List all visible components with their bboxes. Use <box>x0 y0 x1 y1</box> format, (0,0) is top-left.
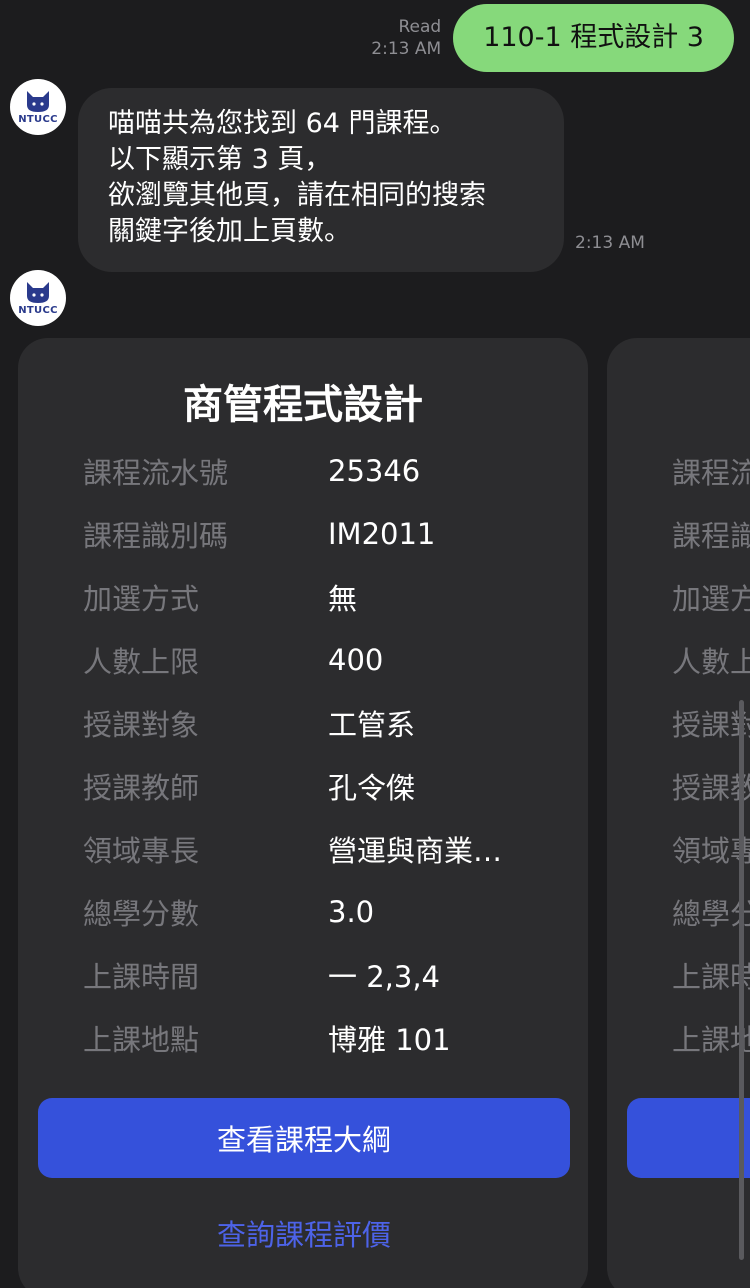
row-label: 加選方 <box>672 582 750 616</box>
row-label: 授課對象 <box>83 708 200 742</box>
info-row-partial: 課程流 <box>672 451 750 491</box>
course-reviews-link[interactable]: 查詢課程評價 <box>38 1208 570 1258</box>
chat-screen: Read 2:13 AM 110-1 程式設計 3 NTUCC 喵喵共為您找到 … <box>0 0 750 1288</box>
outgoing-message-bubble[interactable]: 110-1 程式設計 3 <box>453 4 734 72</box>
avatar-label: NTUCC <box>18 305 58 316</box>
row-label: 人數上限 <box>83 645 200 679</box>
row-value: 一 2,3,4 <box>328 960 441 994</box>
read-status: Read <box>398 17 442 37</box>
info-row-location: 上課地點 博雅 101 <box>83 1018 451 1058</box>
info-row-partial: 課程識 <box>672 514 750 554</box>
outgoing-meta: Read 2:13 AM <box>371 16 441 60</box>
row-label: 加選方式 <box>83 582 200 616</box>
row-label: 授課教師 <box>83 771 200 805</box>
course-title: 商管程式設計 <box>183 382 423 428</box>
row-value: 3.0 <box>328 895 375 929</box>
info-row-instructor: 授課教師 孔令傑 <box>83 766 415 806</box>
outgoing-message-row: Read 2:13 AM 110-1 程式設計 3 <box>371 4 734 72</box>
course-card-next[interactable]: 課程流 課程識 加選方 人數上 授課對 授課教 領域專 總學分 上課時 上課地 <box>607 338 750 1288</box>
bot-avatar[interactable]: NTUCC <box>10 270 66 326</box>
row-label: 人數上 <box>672 645 750 679</box>
row-value: 工管系 <box>328 708 416 742</box>
info-row-capacity: 人數上限 400 <box>83 640 383 680</box>
info-row-credits: 總學分數 3.0 <box>83 892 374 932</box>
message-line: 欲瀏覽其他頁，請在相同的搜索 <box>108 180 486 211</box>
message-line: 喵喵共為您找到 64 門課程。 <box>108 108 457 139</box>
outgoing-timestamp: 2:13 AM <box>371 39 442 59</box>
row-label: 領域專長 <box>83 834 200 868</box>
info-row-serial: 課程流水號 25346 <box>83 451 420 491</box>
row-value: 無 <box>328 582 358 616</box>
incoming-timestamp: 2:13 AM <box>575 233 645 253</box>
row-value: 博雅 101 <box>328 1023 451 1057</box>
row-label: 課程識別碼 <box>83 519 229 553</box>
info-row-time: 上課時間 一 2,3,4 <box>83 955 440 995</box>
info-row-partial: 人數上 <box>672 640 750 680</box>
row-label: 課程識 <box>672 519 750 553</box>
view-syllabus-button[interactable]: 查看課程大綱 <box>38 1098 570 1178</box>
row-label: 總學分數 <box>83 897 200 931</box>
avatar-label: NTUCC <box>18 114 58 125</box>
bot-avatar[interactable]: NTUCC <box>10 79 66 135</box>
info-row-target: 授課對象 工管系 <box>83 703 415 743</box>
row-label: 上課地點 <box>83 1023 200 1057</box>
row-value: 400 <box>328 643 384 677</box>
row-value: 25346 <box>328 454 421 488</box>
incoming-message-bubble[interactable]: 喵喵共為您找到 64 門課程。 以下顯示第 3 頁， 欲瀏覽其他頁，請在相同的搜… <box>78 88 564 272</box>
cat-icon <box>27 282 49 303</box>
view-syllabus-button-next[interactable] <box>627 1098 750 1178</box>
row-label: 課程流 <box>672 456 750 490</box>
scrollbar-thumb[interactable] <box>739 700 744 1260</box>
info-row-partial: 加選方 <box>672 577 750 617</box>
cat-icon <box>27 91 49 112</box>
row-label: 上課時間 <box>83 960 200 994</box>
info-row-enroll-method: 加選方式 無 <box>83 577 357 617</box>
info-row-course-id: 課程識別碼 IM2011 <box>83 514 435 554</box>
info-row-specialty: 領域專長 營運與商業… <box>83 829 502 869</box>
message-line: 以下顯示第 3 頁， <box>108 144 332 175</box>
row-value: 營運與商業… <box>328 834 503 868</box>
row-value: IM2011 <box>328 517 436 551</box>
row-label: 課程流水號 <box>83 456 229 490</box>
course-card: 商管程式設計 課程流水號 25346 課程識別碼 IM2011 加選方式 無 人… <box>18 338 588 1288</box>
row-value: 孔令傑 <box>328 771 416 805</box>
message-line: 關鍵字後加上頁數。 <box>108 216 351 247</box>
